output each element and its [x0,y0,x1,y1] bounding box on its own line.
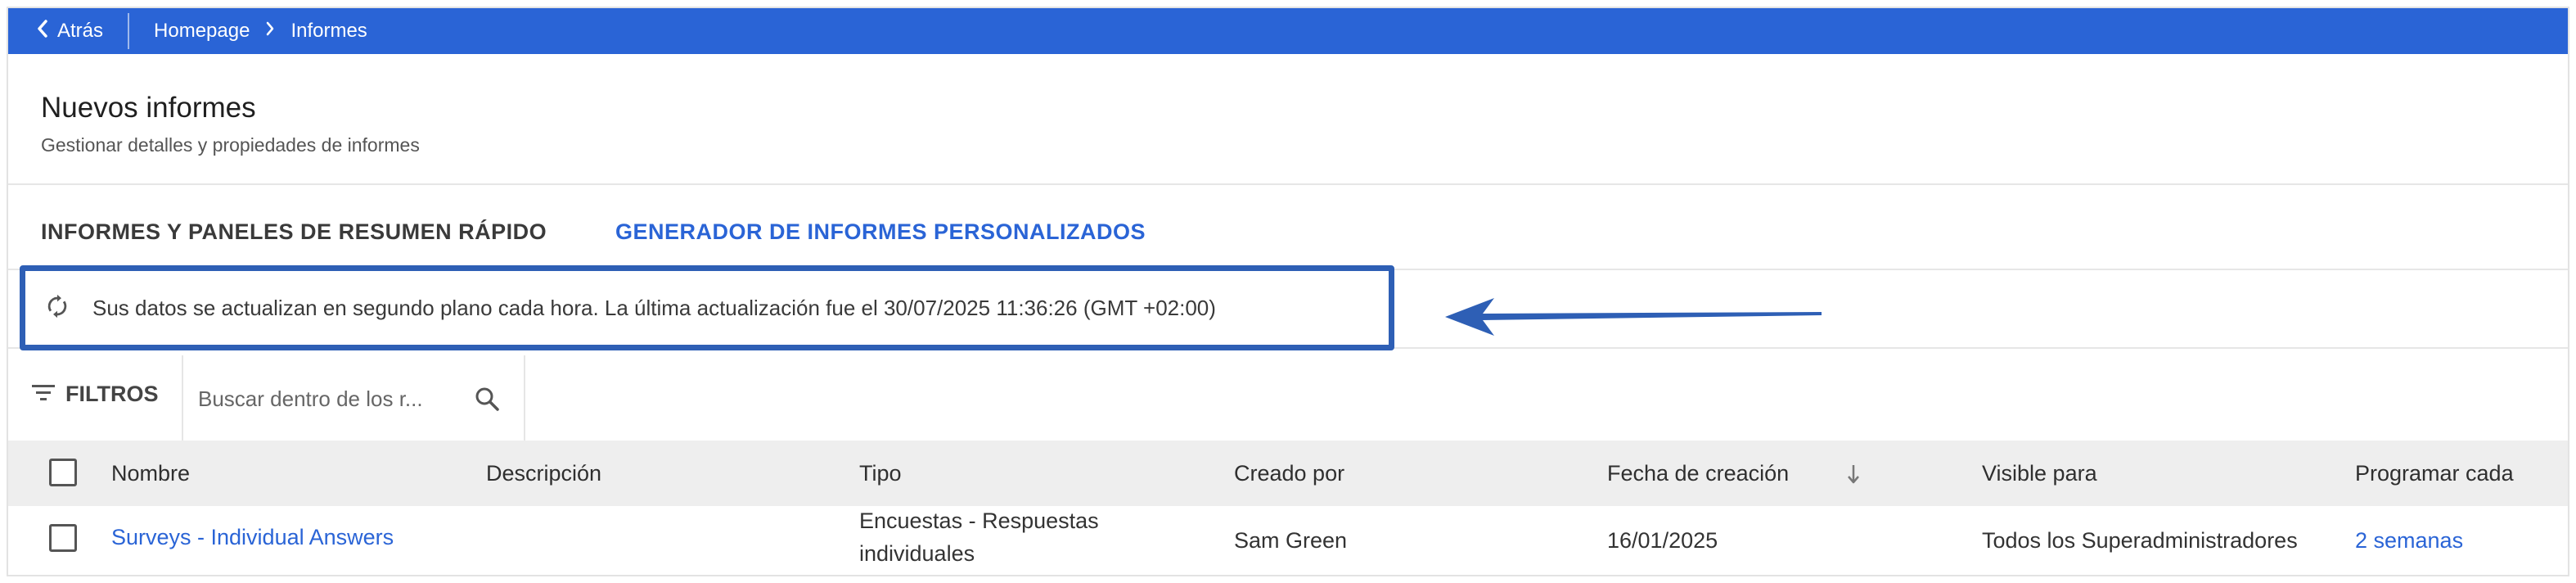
column-header-descripcion[interactable]: Descripción [486,461,601,486]
row-checkbox[interactable] [49,524,77,552]
search-divider [524,355,525,441]
top-nav-bar: Atrás Homepage Informes [8,8,2568,54]
page-subtitle: Gestionar detalles y propiedades de info… [41,134,420,156]
chevron-left-icon [36,19,49,44]
tab-custom-report-builder[interactable]: GENERADOR DE INFORMES PERSONALIZADOS [615,219,1146,245]
header-divider [8,183,2568,185]
report-created-date: 16/01/2025 [1607,528,1718,553]
annotation-arrow [1445,298,1822,336]
page-title: Nuevos informes [41,92,256,124]
report-type: Encuestas - Respuestas individuales [859,504,1099,570]
data-refresh-notice: Sus datos se actualizan en segundo plano… [20,265,1394,350]
breadcrumb: Homepage Informes [129,20,367,43]
back-label: Atrás [57,20,104,42]
filter-icon [31,382,56,407]
back-button[interactable]: Atrás [8,8,128,54]
column-header-programar-cada[interactable]: Programar cada [2355,461,2514,486]
report-created-by: Sam Green [1234,528,1348,553]
filters-label: FILTROS [65,382,159,406]
breadcrumb-homepage[interactable]: Homepage [154,20,250,43]
column-header-tipo[interactable]: Tipo [859,461,902,486]
refresh-icon [43,292,92,324]
sort-down-icon[interactable] [1844,462,1862,486]
filters-button[interactable]: FILTROS [31,382,158,407]
report-visible-to: Todos los Superadministradores [1982,528,2298,553]
report-name-link[interactable]: Surveys - Individual Answers [111,521,394,554]
report-type-line-2: individuales [859,541,975,566]
select-all-checkbox[interactable] [49,459,77,486]
column-header-nombre[interactable]: Nombre [111,461,190,486]
column-header-creado-por[interactable]: Creado por [1234,461,1344,486]
app-frame: Atrás Homepage Informes Nuevos informes … [7,7,2569,576]
refresh-notice-text: Sus datos se actualizan en segundo plano… [92,295,1216,320]
tab-quick-reports[interactable]: INFORMES Y PANELES DE RESUMEN RÁPIDO [41,219,547,245]
column-header-fecha-creacion[interactable]: Fecha de creación [1607,461,1789,486]
column-header-visible-para[interactable]: Visible para [1982,461,2097,486]
search-input[interactable] [198,378,476,419]
search-icon[interactable] [473,385,501,413]
breadcrumb-informes: Informes [290,20,367,42]
filters-divider [182,355,183,441]
chevron-right-icon [264,20,276,43]
report-type-line-1: Encuestas - Respuestas [859,508,1099,533]
report-schedule-link[interactable]: 2 semanas [2355,524,2463,557]
